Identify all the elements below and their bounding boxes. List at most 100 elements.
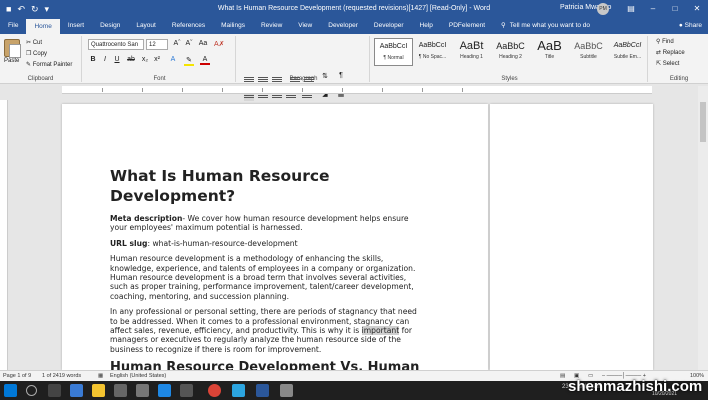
document-page-2[interactable] (490, 104, 653, 370)
superscript-icon[interactable]: x² (152, 56, 162, 63)
tab-view[interactable]: View (290, 18, 320, 34)
page-count[interactable]: Page 1 of 9 (3, 373, 31, 379)
avatar[interactable]: PM (597, 3, 609, 15)
app-icon-3[interactable] (280, 384, 293, 397)
replace-icon: ⇄ (656, 50, 663, 56)
tab-insert[interactable]: Insert (60, 18, 92, 34)
tab-home[interactable]: Home (26, 19, 60, 34)
decrease-indent-icon[interactable] (290, 76, 300, 85)
copy-button[interactable]: ❐ Copy (26, 50, 47, 57)
read-mode-icon[interactable]: ▤ (560, 373, 565, 379)
cut-button[interactable]: ✂ Cut (26, 39, 42, 46)
find-button[interactable]: ⚲ Find (656, 38, 674, 45)
file-explorer-icon[interactable] (92, 384, 105, 397)
vertical-scrollbar[interactable] (698, 86, 708, 370)
tab-review[interactable]: Review (253, 18, 290, 34)
tab-developer-2[interactable]: Developer (366, 18, 412, 34)
style-title[interactable]: AaB Title (530, 38, 569, 66)
title-bar: ■ ↶ ↻ ▾ What Is Human Resource Developme… (0, 0, 708, 18)
vertical-ruler[interactable] (0, 100, 8, 370)
maximize-button[interactable]: □ (664, 0, 686, 18)
mail-icon[interactable] (158, 384, 171, 397)
window-controls: ▤ – □ ✕ (620, 0, 708, 18)
style-subtle-emphasis[interactable]: AaBbCcI Subtle Em... (608, 38, 647, 66)
redo-icon[interactable]: ↻ (31, 0, 39, 18)
scroll-thumb[interactable] (700, 102, 706, 142)
tab-developer[interactable]: Developer (320, 18, 366, 34)
windows-start-icon[interactable] (4, 384, 17, 397)
slug-text: : what-is-human-resource-development (147, 238, 298, 248)
style-name: Heading 2 (499, 54, 522, 60)
style-normal[interactable]: AaBbCcI ¶ Normal (374, 38, 413, 66)
tab-file[interactable]: File (0, 18, 26, 34)
multilevel-list-icon[interactable] (272, 76, 282, 85)
style-name: Subtle Em... (613, 54, 642, 60)
cut-label: Cut (32, 40, 43, 46)
style-no-spacing[interactable]: AaBbCcI ¶ No Spac... (413, 38, 452, 66)
ribbon-display-icon[interactable]: ▤ (620, 0, 642, 18)
format-painter-button[interactable]: ✎ Format Painter (26, 61, 72, 68)
tab-references[interactable]: References (164, 18, 213, 34)
sort-icon[interactable]: ⇅ (320, 72, 330, 80)
strikethrough-icon[interactable]: ab (126, 56, 136, 63)
select-button[interactable]: ⇱ Select (656, 60, 679, 67)
styles-label: Styles (501, 76, 518, 82)
tab-pdfelement[interactable]: PDFelement (441, 18, 493, 34)
proofing-icon[interactable]: ▦ (98, 373, 103, 379)
paste-icon[interactable] (4, 39, 21, 58)
edge-icon[interactable] (70, 384, 83, 397)
font-name-select[interactable]: Quattrocento San (88, 39, 144, 50)
numbering-icon[interactable] (258, 76, 268, 85)
heading-2: Human Resource Development Vs. Human (110, 360, 420, 370)
search-icon[interactable] (26, 385, 37, 396)
style-heading-1[interactable]: AaBt Heading 1 (452, 38, 491, 66)
font-size-select[interactable]: 12 (146, 39, 168, 50)
increase-indent-icon[interactable] (304, 76, 314, 85)
document-body[interactable]: What Is Human Resource Development? Meta… (110, 166, 426, 370)
app-icon[interactable] (136, 384, 149, 397)
pilcrow-icon[interactable]: ¶ (336, 72, 346, 79)
clear-formatting-icon[interactable]: A✗ (214, 40, 225, 48)
tab-help[interactable]: Help (412, 18, 441, 34)
style-heading-2[interactable]: AaBbC Heading 2 (491, 38, 530, 66)
style-sample: AaBbCcI (379, 43, 408, 50)
tab-design[interactable]: Design (92, 18, 128, 34)
tell-me-box[interactable]: ⚲ Tell me what you want to do (501, 18, 590, 34)
selected-word[interactable]: important (361, 326, 400, 336)
tab-layout[interactable]: Layout (128, 18, 164, 34)
close-button[interactable]: ✕ (686, 0, 708, 18)
text-effects-icon[interactable]: A (168, 56, 178, 63)
change-case-icon[interactable]: Aa (198, 40, 208, 47)
chrome-icon[interactable] (208, 384, 221, 397)
document-page[interactable]: What Is Human Resource Development? Meta… (62, 104, 488, 370)
undo-icon[interactable]: ↶ (17, 0, 25, 18)
replace-button[interactable]: ⇄ Replace (656, 49, 685, 56)
style-subtitle[interactable]: AaBbC Subtitle (569, 38, 608, 66)
customize-qat-icon[interactable]: ▾ (45, 0, 50, 18)
subscript-icon[interactable]: x₂ (140, 56, 150, 63)
autosave-icon[interactable]: ■ (6, 0, 11, 18)
language[interactable]: English (United States) (110, 373, 166, 379)
shrink-font-icon[interactable]: Aˇ (184, 40, 194, 47)
style-name: Heading 1 (460, 54, 483, 60)
word-count[interactable]: 1 of 2419 words (42, 373, 81, 379)
font-color-icon[interactable]: A (200, 56, 210, 65)
paste-button[interactable]: Paste (4, 58, 19, 64)
grow-font-icon[interactable]: Aˆ (172, 40, 182, 47)
italic-icon[interactable]: I (100, 56, 110, 63)
style-sample: AaBbC (496, 41, 525, 51)
app-icon-2[interactable] (180, 384, 193, 397)
bold-icon[interactable]: B (88, 56, 98, 63)
telegram-icon[interactable] (232, 384, 245, 397)
editing-label: Editing (669, 76, 689, 82)
minimize-button[interactable]: – (642, 0, 664, 18)
share-button[interactable]: ● Share (679, 18, 708, 34)
bullets-icon[interactable] (244, 76, 254, 85)
task-view-icon[interactable] (48, 384, 61, 397)
highlight-icon[interactable]: ✎ (184, 56, 194, 66)
tab-mailings[interactable]: Mailings (213, 18, 253, 34)
word-icon[interactable] (256, 384, 269, 397)
horizontal-ruler[interactable] (62, 86, 652, 94)
underline-icon[interactable]: U (112, 56, 122, 63)
store-icon[interactable] (114, 384, 127, 397)
